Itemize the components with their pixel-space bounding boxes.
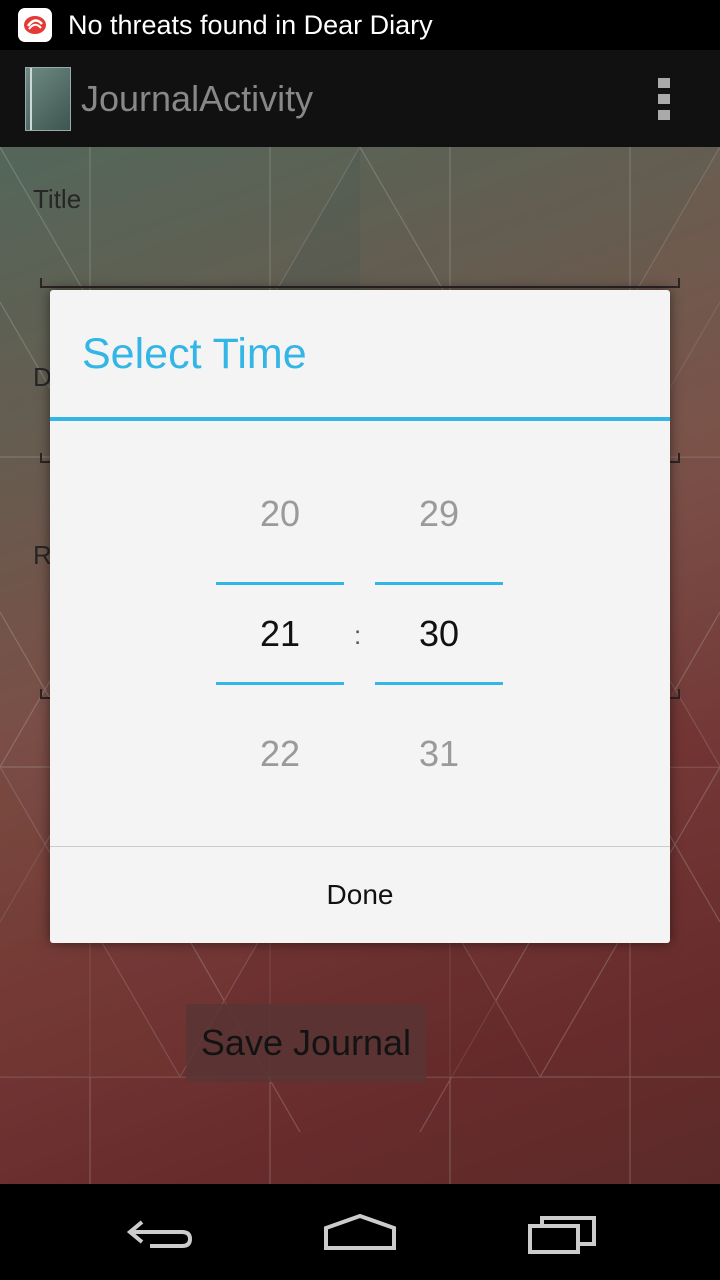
overflow-menu-icon[interactable] [658, 78, 670, 120]
minute-prev[interactable]: 29 [375, 493, 503, 535]
hour-prev[interactable]: 20 [216, 493, 344, 535]
journal-notebook-icon[interactable] [25, 66, 71, 131]
antivirus-shield-icon [18, 8, 52, 42]
hour-selected[interactable]: 21 [216, 613, 344, 655]
navigation-bar [0, 1184, 720, 1280]
hour-next[interactable]: 22 [216, 733, 344, 775]
minute-next[interactable]: 31 [375, 733, 503, 775]
recents-icon[interactable] [520, 1208, 600, 1256]
minute-selected[interactable]: 30 [375, 613, 503, 655]
done-button[interactable]: Done [50, 847, 670, 943]
app-title: JournalActivity [81, 77, 314, 119]
select-time-dialog: Select Time 20 21 22 : 29 30 31 Done [50, 290, 670, 943]
minute-selection-line-bottom [375, 682, 503, 685]
title-divider [50, 417, 670, 421]
time-separator: : [354, 620, 362, 650]
notification-text: No threats found in Dear Diary [68, 9, 433, 40]
status-bar: No threats found in Dear Diary [0, 0, 720, 50]
back-icon[interactable] [120, 1208, 200, 1256]
home-icon[interactable] [320, 1208, 400, 1256]
dialog-title: Select Time [82, 330, 307, 378]
action-bar: JournalActivity [0, 50, 720, 147]
hour-selection-line-top [216, 582, 344, 585]
hour-picker[interactable]: 20 21 22 [216, 421, 344, 846]
hour-selection-line-bottom [216, 682, 344, 685]
minute-picker[interactable]: 29 30 31 [375, 421, 503, 846]
minute-selection-line-top [375, 582, 503, 585]
